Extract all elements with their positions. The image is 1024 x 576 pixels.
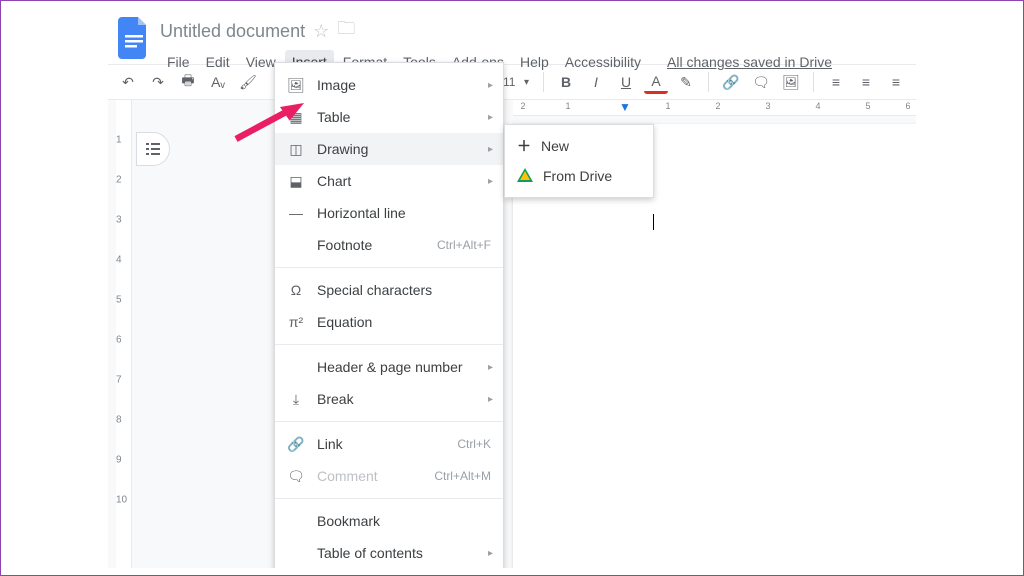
chevron-right-icon: ▸ (488, 112, 493, 123)
drawing-submenu: ＋New From Drive (504, 124, 654, 198)
menu-item-footnote[interactable]: FootnoteCtrl+Alt+F (275, 229, 503, 261)
indent-marker-icon[interactable]: ▼ (619, 100, 631, 114)
docs-logo-icon[interactable] (116, 14, 152, 62)
menu-item-image[interactable]: 🖼Image▸ (275, 69, 503, 101)
text-color-button[interactable]: A (644, 70, 668, 94)
print-button[interactable]: 🖶 (176, 70, 200, 94)
toolbar-separator (813, 72, 814, 92)
undo-button[interactable]: ↶ (116, 70, 140, 94)
menu-divider (275, 344, 503, 345)
chevron-right-icon: ▸ (488, 80, 493, 91)
submenu-item-new[interactable]: ＋New (505, 131, 653, 161)
vertical-ruler: 1 2 3 4 5 6 7 8 9 10 (116, 100, 132, 568)
toolbar-separator (543, 72, 544, 92)
shortcut-text: Ctrl+K (457, 437, 491, 451)
table-icon: ▦ (287, 109, 305, 126)
menu-item-horizontal-line[interactable]: —Horizontal line (275, 197, 503, 229)
menu-item-header-page-number[interactable]: Header & page number▸ (275, 351, 503, 383)
spellcheck-button[interactable]: Aᵥ (206, 70, 230, 94)
chevron-right-icon: ▸ (488, 394, 493, 405)
titlebar: Untitled document ☆ 🗀 File Edit View Ins… (108, 8, 916, 64)
submenu-item-from-drive[interactable]: From Drive (505, 161, 653, 191)
chevron-right-icon: ▸ (488, 362, 493, 373)
underline-button[interactable]: U (614, 70, 638, 94)
menu-item-table-of-contents[interactable]: Table of contents▸ (275, 537, 503, 568)
insert-comment-button[interactable]: 🗨 (749, 70, 773, 94)
menu-item-special-characters[interactable]: ΩSpecial characters (275, 274, 503, 306)
highlight-button[interactable]: ✎ (674, 70, 698, 94)
text-cursor (653, 214, 654, 230)
menu-item-bookmark[interactable]: Bookmark (275, 505, 503, 537)
star-icon[interactable]: ☆ (313, 21, 329, 42)
horizontal-ruler: 2 1 ▼ 1 2 3 4 5 6 (513, 100, 916, 116)
italic-button[interactable]: I (584, 70, 608, 94)
shortcut-text: Ctrl+Alt+F (437, 238, 491, 252)
menu-divider (275, 421, 503, 422)
align-center-button[interactable]: ≡ (854, 70, 878, 94)
link-icon: 🔗 (287, 436, 305, 453)
toolbar-separator (708, 72, 709, 92)
bold-button[interactable]: B (554, 70, 578, 94)
plus-icon: ＋ (517, 136, 531, 156)
break-icon: ⤓ (287, 391, 305, 408)
insert-image-button[interactable]: 🖼 (779, 70, 803, 94)
show-outline-button[interactable] (136, 132, 170, 166)
menu-item-link[interactable]: 🔗LinkCtrl+K (275, 428, 503, 460)
drive-icon (517, 168, 533, 184)
drawing-icon: ◫ (287, 141, 305, 158)
align-right-button[interactable]: ≡ (884, 70, 908, 94)
menu-item-break[interactable]: ⤓Break▸ (275, 383, 503, 415)
toolbar: ↶ ↷ 🖶 Aᵥ 🖌 11 B I U A ✎ 🔗 🗨 🖼 ≡ ≡ ≡ (108, 64, 916, 100)
folder-icon[interactable]: 🗀 (337, 16, 355, 46)
line-icon: — (287, 205, 305, 221)
omega-icon: Ω (287, 282, 305, 298)
menu-item-comment: 🗨CommentCtrl+Alt+M (275, 460, 503, 492)
shortcut-text: Ctrl+Alt+M (434, 469, 491, 483)
font-size-dropdown[interactable]: 11 (499, 70, 533, 94)
chevron-right-icon: ▸ (488, 176, 493, 187)
menu-divider (275, 267, 503, 268)
insert-link-button[interactable]: 🔗 (719, 70, 743, 94)
document-title[interactable]: Untitled document (160, 21, 305, 42)
chart-icon: ⬓ (287, 173, 305, 190)
align-left-button[interactable]: ≡ (824, 70, 848, 94)
chevron-right-icon: ▸ (488, 548, 493, 559)
paint-format-button[interactable]: 🖌 (236, 70, 260, 94)
insert-menu-dropdown: 🖼Image▸ ▦Table▸ ◫Drawing▸ ⬓Chart▸ —Horiz… (274, 62, 504, 568)
menu-divider (275, 498, 503, 499)
menu-item-drawing[interactable]: ◫Drawing▸ (275, 133, 503, 165)
pi-icon: π² (287, 314, 305, 330)
comment-icon: 🗨 (287, 468, 305, 485)
image-icon: 🖼 (287, 77, 305, 94)
menu-item-equation[interactable]: π²Equation (275, 306, 503, 338)
menu-item-table[interactable]: ▦Table▸ (275, 101, 503, 133)
menu-item-chart[interactable]: ⬓Chart▸ (275, 165, 503, 197)
chevron-right-icon: ▸ (488, 144, 493, 155)
redo-button[interactable]: ↷ (146, 70, 170, 94)
